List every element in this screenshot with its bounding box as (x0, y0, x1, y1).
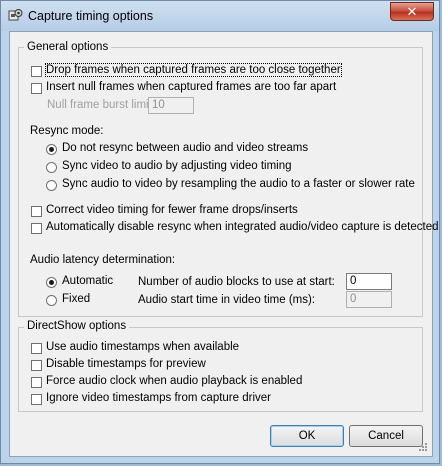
window-title: Capture timing options (28, 9, 154, 23)
cancel-button[interactable]: Cancel (349, 425, 423, 447)
correct-timing-checkbox[interactable] (31, 206, 42, 217)
disable-preview-timestamps-label[interactable]: Disable timestamps for preview (46, 358, 206, 370)
dialog-client-area: General options Drop frames when capture… (9, 31, 439, 457)
audio-latency-label: Audio latency determination: (30, 254, 176, 266)
capture-settings-icon (8, 9, 23, 21)
force-audio-clock-label[interactable]: Force audio clock when audio playback is… (46, 375, 302, 387)
insert-null-frames-label[interactable]: Insert null frames when captured frames … (46, 81, 336, 93)
dialog-window: Capture timing options ✕ General options… (0, 0, 440, 464)
close-button[interactable]: ✕ (390, 2, 434, 21)
drop-frames-label[interactable]: Drop frames when captured frames are too… (45, 63, 342, 77)
title-bar[interactable]: Capture timing options ✕ (1, 1, 439, 31)
null-burst-label: Null frame burst limit: (47, 99, 155, 111)
latency-fixed-radio[interactable] (46, 295, 57, 306)
force-audio-clock-checkbox[interactable] (31, 377, 42, 388)
resync-mode-label: Resync mode: (30, 125, 104, 137)
insert-null-frames-checkbox[interactable] (31, 83, 42, 94)
close-icon: ✕ (406, 3, 418, 19)
resync-none-label[interactable]: Do not resync between audio and video st… (62, 142, 308, 154)
audio-start-time-input[interactable]: 0 (346, 291, 392, 308)
ignore-video-timestamps-checkbox[interactable] (31, 394, 42, 405)
auto-disable-resync-checkbox[interactable] (31, 223, 42, 234)
ignore-video-timestamps-label[interactable]: Ignore video timestamps from capture dri… (46, 392, 271, 404)
auto-disable-resync-label[interactable]: Automatically disable resync when integr… (46, 221, 439, 233)
use-audio-timestamps-checkbox[interactable] (31, 343, 42, 354)
latency-fixed-label[interactable]: Fixed (62, 293, 90, 305)
resync-video-radio[interactable] (46, 162, 57, 173)
general-options-title: General options (24, 41, 112, 53)
correct-timing-label[interactable]: Correct video timing for fewer frame dro… (46, 204, 298, 216)
latency-automatic-radio[interactable] (46, 277, 57, 288)
drop-frames-checkbox[interactable] (31, 66, 42, 77)
audio-blocks-input[interactable]: 0 (346, 273, 392, 290)
latency-automatic-label[interactable]: Automatic (62, 275, 113, 287)
resync-audio-radio[interactable] (46, 180, 57, 191)
directshow-options-title: DirectShow options (24, 320, 130, 332)
resync-video-label[interactable]: Sync video to audio by adjusting video t… (62, 160, 292, 172)
use-audio-timestamps-label[interactable]: Use audio timestamps when available (46, 341, 239, 353)
null-burst-input[interactable]: 10 (148, 97, 194, 114)
ok-button[interactable]: OK (270, 425, 344, 447)
resync-none-radio[interactable] (46, 144, 57, 155)
resize-grip-icon[interactable] (418, 442, 428, 452)
audio-blocks-label: Number of audio blocks to use at start: (138, 276, 335, 288)
resync-audio-label[interactable]: Sync audio to video by resampling the au… (62, 178, 415, 190)
audio-start-time-label: Audio start time in video time (ms): (138, 294, 316, 306)
disable-preview-timestamps-checkbox[interactable] (31, 360, 42, 371)
